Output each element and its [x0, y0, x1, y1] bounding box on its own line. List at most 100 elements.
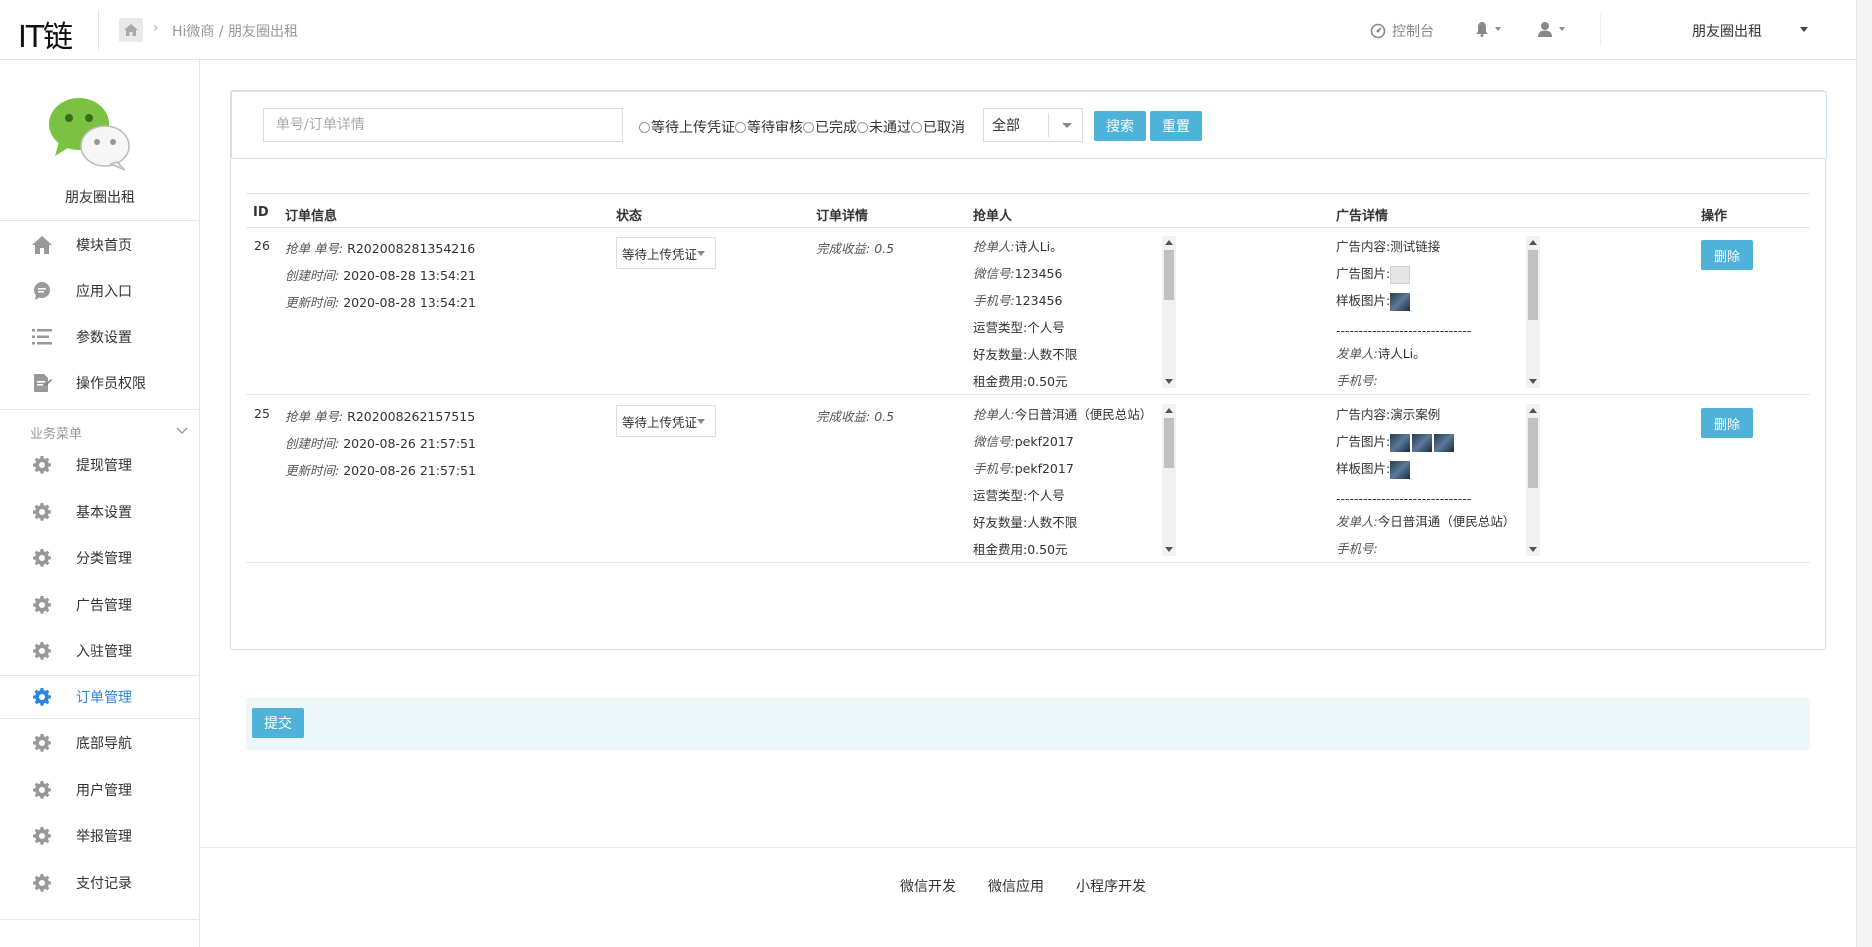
page-scrollbar[interactable] [1856, 0, 1872, 947]
category-select[interactable]: 全部 [983, 108, 1083, 142]
field-label: 租金费用: [973, 542, 1028, 556]
scroll-up-icon[interactable] [1165, 240, 1173, 245]
status-select[interactable]: 等待上传凭证 [616, 405, 716, 437]
console-link[interactable]: 控制台 [1370, 21, 1434, 41]
radio-awaiting-upload[interactable]: 等待上传凭证 [639, 117, 735, 137]
radio-label: 已完成 [815, 120, 857, 136]
sidebar-item-operator-permissions[interactable]: 操作员权限 [0, 361, 200, 405]
delete-button[interactable]: 删除 [1701, 240, 1753, 270]
footer-link-miniprogram-dev[interactable]: 小程序开发 [1076, 876, 1146, 896]
sidebar-item-label: 入驻管理 [76, 644, 132, 660]
ad-image[interactable] [1412, 433, 1433, 452]
account-switcher[interactable]: 朋友圈出租 [1692, 21, 1762, 41]
footer-link-wechat-dev[interactable]: 微信开发 [900, 876, 956, 896]
edit-document-icon [30, 371, 54, 395]
grabber-scrollbar[interactable] [1162, 404, 1176, 556]
footer-links: 微信开发 微信应用 小程序开发 [900, 876, 1146, 896]
sidebar-item-menu[interactable]: 提现管理 [0, 443, 200, 487]
sidebar-item-app-entry[interactable]: 应用入口 [0, 269, 200, 313]
scroll-up-icon[interactable] [1165, 408, 1173, 413]
grabber-info[interactable]: 抢单人:今日普洱通（便民总站） 微信号:pekf2017 手机号:pekf2017 运… [973, 404, 1158, 556]
radio-button[interactable] [857, 121, 868, 133]
delete-button[interactable]: 删除 [1701, 408, 1753, 438]
reset-button[interactable]: 重置 [1150, 111, 1202, 141]
status-select[interactable]: 等待上传凭证 [616, 237, 716, 269]
gear-icon [30, 685, 54, 709]
chevron-down-icon [697, 251, 705, 256]
ad-detail-scrollbar[interactable] [1526, 404, 1540, 556]
notifications-menu[interactable] [1475, 21, 1501, 37]
radio-button[interactable] [639, 121, 650, 133]
sidebar-item-label: 分类管理 [76, 551, 132, 567]
sidebar-item-menu[interactable]: 举报管理 [0, 814, 200, 858]
order-number: R202008262157515 [347, 409, 476, 424]
scroll-thumb[interactable] [1164, 250, 1174, 300]
chevron-down-icon [697, 419, 705, 424]
sample-image[interactable] [1390, 292, 1411, 311]
radio-label: 等待上传凭证 [651, 120, 735, 136]
field-label: 完成收益: [816, 241, 871, 256]
app-name: 朋友圈出租 [65, 190, 135, 206]
scroll-down-icon[interactable] [1165, 379, 1173, 384]
footer-divider [200, 847, 1856, 848]
site-logo[interactable]: IT链 [18, 12, 73, 56]
grabber-info[interactable]: 抢单人:诗人Li。 微信号:123456 手机号:123456 运营类型:个人号 好友数… [973, 236, 1158, 388]
field-label: 创建时间: [285, 436, 340, 451]
radio-cancelled[interactable]: 已取消 [911, 117, 965, 137]
scroll-down-icon[interactable] [1529, 547, 1537, 552]
rent-fee: 0.50元 [1027, 374, 1068, 388]
field-label: 抢单 单号: [285, 241, 344, 256]
order-detail: 完成收益: 0.5 [816, 238, 894, 257]
sample-image[interactable] [1390, 460, 1411, 479]
home-icon [30, 233, 54, 257]
scroll-up-icon[interactable] [1529, 408, 1537, 413]
user-menu[interactable] [1537, 21, 1565, 37]
scroll-up-icon[interactable] [1529, 240, 1537, 245]
gear-icon [30, 500, 54, 524]
search-input[interactable] [263, 108, 623, 142]
field-label: 抢单 单号: [285, 409, 344, 424]
radio-rejected[interactable]: 未通过 [857, 117, 911, 137]
sidebar-item-menu[interactable]: 入驻管理 [0, 629, 200, 673]
grabber-scrollbar[interactable] [1162, 236, 1176, 388]
ad-image[interactable] [1390, 265, 1411, 284]
sidebar-item-menu[interactable]: 订单管理 [0, 675, 200, 719]
ad-image[interactable] [1434, 433, 1455, 452]
sidebar-item-menu[interactable]: 广告管理 [0, 583, 200, 627]
ad-image[interactable] [1390, 433, 1411, 452]
sidebar-item-params[interactable]: 参数设置 [0, 315, 200, 359]
field-label: 发单人: [1336, 346, 1378, 361]
footer-link-wechat-apps[interactable]: 微信应用 [988, 876, 1044, 896]
list-icon [30, 325, 54, 349]
scroll-down-icon[interactable] [1165, 547, 1173, 552]
sidebar-item-module-home[interactable]: 模块首页 [0, 223, 200, 267]
radio-button[interactable] [735, 121, 746, 133]
radio-completed[interactable]: 已完成 [803, 117, 857, 137]
search-button[interactable]: 搜索 [1094, 111, 1146, 141]
breadcrumb[interactable]: Hi微商 / 朋友圈出租 [172, 21, 298, 41]
scroll-down-icon[interactable] [1529, 379, 1537, 384]
scroll-thumb[interactable] [1164, 418, 1174, 468]
col-header-ad-detail: 广告详情 [1336, 209, 1389, 224]
radio-awaiting-review[interactable]: 等待审核 [735, 117, 803, 137]
sidebar-item-menu[interactable]: 分类管理 [0, 536, 200, 580]
ad-detail[interactable]: 广告内容:测试链接 广告图片: 样板图片: ---------------------… [1336, 236, 1516, 388]
radio-button[interactable] [911, 121, 922, 133]
sidebar-item-menu[interactable]: 基本设置 [0, 490, 200, 534]
sidebar-item-menu[interactable]: 底部导航 [0, 721, 200, 765]
ad-detail[interactable]: 广告内容:演示案例 广告图片: 样板图片: ---------------------… [1336, 404, 1516, 556]
sidebar-item-menu[interactable]: 支付记录 [0, 861, 200, 905]
submit-button[interactable]: 提交 [252, 708, 304, 738]
home-icon[interactable] [119, 18, 143, 42]
ad-detail-scrollbar[interactable] [1526, 236, 1540, 388]
sidebar-item-menu[interactable]: 用户管理 [0, 768, 200, 812]
scroll-thumb[interactable] [1528, 418, 1538, 488]
field-label: 手机号: [1336, 541, 1378, 556]
created-time: 2020-08-28 13:54:21 [343, 268, 476, 283]
scroll-thumb[interactable] [1528, 250, 1538, 320]
select-value: 全部 [992, 118, 1020, 134]
chevron-down-icon[interactable] [1800, 27, 1808, 32]
chevron-down-icon[interactable] [176, 424, 188, 439]
radio-button[interactable] [803, 121, 814, 133]
gear-icon [30, 593, 54, 617]
